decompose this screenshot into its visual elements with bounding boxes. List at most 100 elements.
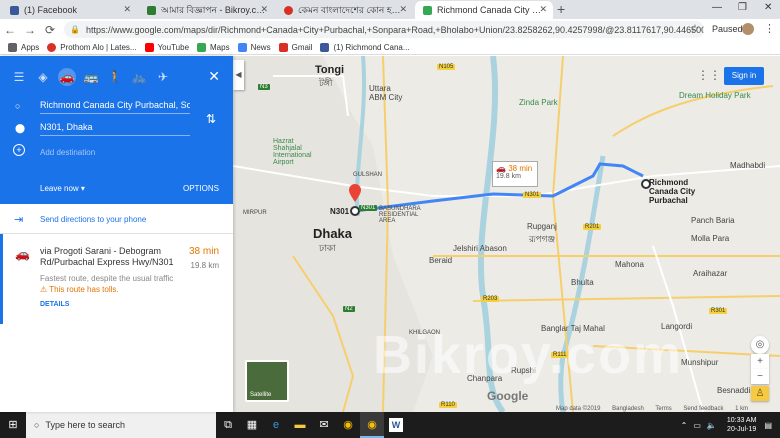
task-view-icon[interactable]: ⧉: [216, 412, 240, 438]
close-icon[interactable]: ✕: [123, 4, 131, 15]
place-label: Rupganj: [527, 222, 557, 231]
close-icon[interactable]: ✕: [399, 4, 407, 15]
bookmark-richmond[interactable]: (1) Richmond Cana...: [320, 42, 410, 52]
zoom-out-button[interactable]: −: [751, 369, 769, 384]
tab-facebook[interactable]: (1) Facebook ✕: [2, 1, 137, 19]
tab-label: কেমন বাংলাদেশের কোন হওয়ার কো: [298, 4, 403, 15]
place-label: Mahona: [615, 260, 644, 269]
walk-icon[interactable]: 🚶: [106, 68, 124, 86]
destination-input[interactable]: N301, Dhaka: [40, 122, 190, 136]
network-icon[interactable]: ▭: [693, 421, 701, 430]
tab-bikroy[interactable]: আমার বিজ্ঞাপন - Bikroy.com ✕: [139, 1, 274, 19]
maps-icon: [423, 5, 432, 15]
my-location-button[interactable]: ◎: [751, 336, 769, 354]
mail-icon[interactable]: ✉: [312, 412, 336, 438]
send-to-phone-row[interactable]: ⇥ Send directions to your phone: [0, 204, 233, 234]
bike-icon[interactable]: 🚲: [130, 68, 148, 86]
bookmark-label: (1) Richmond Cana...: [333, 42, 410, 52]
road-shield: R203: [481, 296, 500, 302]
leave-now-dropdown[interactable]: Leave now ▾: [40, 184, 85, 193]
notifications-icon[interactable]: ▤: [764, 421, 772, 430]
apps-grid-icon: [8, 42, 17, 52]
transit-icon[interactable]: 🚌: [82, 68, 100, 86]
flight-icon[interactable]: ✈: [154, 68, 172, 86]
chrome-icon[interactable]: ◉: [336, 412, 360, 438]
route-option[interactable]: 🚗 via Progoti Sarani - Debogram Rd/Purba…: [0, 234, 233, 324]
avatar[interactable]: [742, 23, 754, 35]
options-button[interactable]: OPTIONS: [183, 184, 219, 193]
close-directions-button[interactable]: ✕: [208, 68, 220, 85]
address-bar[interactable]: 🔒 https://www.google.com/maps/dir/Richmo…: [64, 21, 704, 38]
swap-icon[interactable]: ⇅: [206, 112, 216, 126]
collapse-panel-button[interactable]: ◀: [233, 60, 244, 90]
best-route-icon[interactable]: ◈: [34, 68, 52, 86]
lock-icon: 🔒: [70, 25, 80, 34]
tray-chevron-icon[interactable]: ⌃: [681, 421, 688, 430]
windows-start-icon[interactable]: ⊞: [0, 412, 26, 438]
bookmark-prothom-alo[interactable]: Prothom Alo | Lates...: [47, 42, 137, 52]
pegman-icon[interactable]: ♙: [751, 386, 769, 401]
place-label: Bhulta: [571, 278, 594, 287]
watermark: Bikroy.com: [373, 325, 684, 385]
satellite-toggle[interactable]: Satellite: [245, 360, 289, 402]
place-label: Tongi: [315, 64, 345, 76]
bookmark-news[interactable]: News: [237, 42, 271, 52]
leave-now-label: Leave now: [40, 184, 79, 193]
zoom-in-button[interactable]: +: [751, 354, 769, 369]
tab-news[interactable]: কেমন বাংলাদেশের কোন হওয়ার কো ✕: [276, 1, 413, 19]
news-site-icon: [284, 5, 293, 15]
bookmark-star-icon[interactable]: ☆: [690, 22, 700, 35]
car-icon[interactable]: 🚗: [58, 68, 76, 86]
bookmark-label: YouTube: [157, 42, 190, 52]
chrome-active-icon[interactable]: ◉: [360, 412, 384, 438]
new-tab-button[interactable]: +: [557, 1, 565, 17]
word-icon[interactable]: W: [389, 418, 403, 432]
tab-maps[interactable]: Richmond Canada City Purbacha ✕: [415, 1, 553, 19]
bookmarks-bar: Apps Prothom Alo | Lates... YouTube Maps…: [0, 40, 780, 55]
back-button[interactable]: ←: [0, 23, 20, 37]
reload-button[interactable]: ⟳: [40, 23, 60, 37]
maximize-button[interactable]: ❐: [738, 2, 747, 13]
route-info-bubble[interactable]: 🚗 38 min 19.8 km: [492, 161, 538, 187]
add-destination-input[interactable]: Add destination: [40, 148, 95, 157]
calculator-icon[interactable]: ▦: [240, 412, 264, 438]
browser-toolbar: ← → ⟳ 🔒 https://www.google.com/maps/dir/…: [0, 19, 780, 40]
close-icon[interactable]: ✕: [539, 4, 547, 15]
menu-icon[interactable]: ⋮: [764, 22, 775, 35]
close-icon[interactable]: ✕: [260, 4, 268, 15]
send-to-phone-link[interactable]: Send directions to your phone: [40, 215, 146, 224]
gmail-icon: [278, 42, 288, 52]
bookmark-label: News: [250, 42, 271, 52]
volume-icon[interactable]: 🔈: [707, 421, 717, 430]
origin-input[interactable]: Richmond Canada City Purbachal, Sonp: [40, 100, 190, 114]
place-label: MIRPUR: [243, 210, 267, 216]
minimize-button[interactable]: —: [712, 2, 722, 13]
taskbar-search[interactable]: ○ Type here to search: [26, 412, 216, 438]
place-label: Jelshiri Abason: [453, 244, 507, 253]
prothom-alo-icon: [47, 42, 57, 52]
destination-pin-icon: ⬤: [15, 123, 26, 133]
bookmark-apps[interactable]: Apps: [8, 42, 39, 52]
window-close-button[interactable]: ✕: [764, 2, 772, 13]
bookmark-maps[interactable]: Maps: [197, 42, 230, 52]
bookmark-label: Prothom Alo | Lates...: [60, 42, 137, 52]
menu-icon[interactable]: ☰: [10, 68, 28, 86]
forward-button[interactable]: →: [20, 23, 40, 37]
place-label: Panch Baria: [691, 216, 735, 225]
sign-in-button[interactable]: Sign in: [724, 67, 764, 85]
road-shield: N301: [359, 205, 378, 211]
place-label: Dream Holiday Park: [679, 91, 751, 100]
details-button[interactable]: DETAILS: [40, 301, 69, 308]
add-destination-icon[interactable]: +: [13, 144, 25, 156]
bookmark-gmail[interactable]: Gmail: [278, 42, 312, 52]
route-time: 38 min: [188, 246, 219, 257]
search-icon: ○: [34, 420, 40, 430]
clock[interactable]: 10:33 AM 20-Jul-19: [727, 416, 757, 434]
file-explorer-icon[interactable]: ▬: [288, 412, 312, 438]
map-canvas[interactable]: Tongi টঙ্গী Uttara ABM City Zinda Park D…: [233, 56, 780, 412]
road-shield: R301: [709, 308, 728, 314]
bookmark-label: Maps: [210, 42, 230, 52]
edge-icon[interactable]: e: [264, 412, 288, 438]
bookmark-youtube[interactable]: YouTube: [144, 42, 190, 52]
profile-status[interactable]: Paused: [712, 24, 743, 34]
